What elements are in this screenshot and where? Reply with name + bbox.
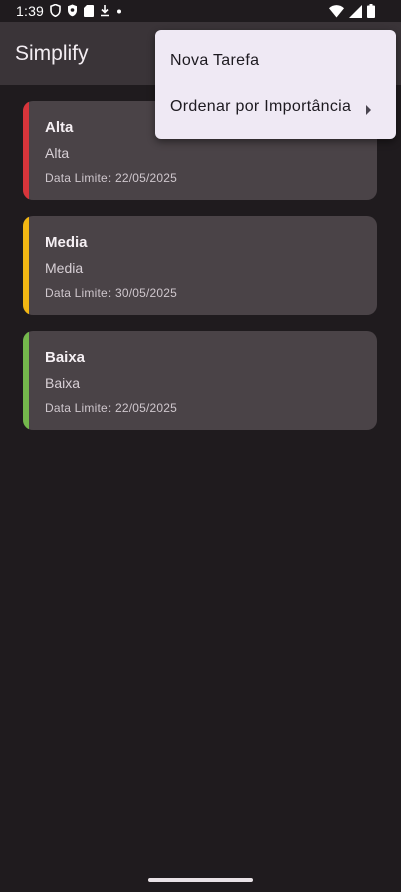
caret-right-icon — [366, 102, 372, 120]
status-icons-right — [329, 4, 375, 21]
priority-stripe — [23, 216, 29, 315]
status-icons-left — [50, 3, 122, 20]
task-card-media[interactable]: Media Media Data Limite: 30/05/2025 — [23, 216, 377, 315]
signal-icon — [349, 4, 362, 21]
menu-item-label: Nova Tarefa — [170, 52, 260, 69]
task-title: Alta — [45, 119, 74, 136]
sd-card-icon — [84, 4, 94, 20]
task-title: Baixa — [45, 349, 86, 366]
menu-item-label: Ordenar por Importância — [170, 98, 352, 115]
shield-icon — [50, 3, 61, 20]
shield-filled-icon — [67, 4, 78, 20]
menu-item-nova-tarefa[interactable]: Nova Tarefa — [155, 39, 396, 85]
download-icon — [100, 4, 110, 20]
menu-item-ordenar[interactable]: Ordenar por Importância — [155, 85, 396, 131]
wifi-icon — [329, 4, 344, 21]
task-deadline: Data Limite: 30/05/2025 — [45, 286, 178, 300]
task-description: Alta — [45, 145, 70, 161]
overflow-menu: Nova Tarefa Ordenar por Importância — [155, 30, 396, 139]
task-description: Media — [45, 260, 84, 276]
priority-stripe — [23, 101, 29, 200]
dot-icon — [116, 4, 122, 20]
status-time: 1:39 — [16, 3, 45, 19]
priority-stripe — [23, 331, 29, 430]
task-title: Media — [45, 234, 88, 251]
battery-icon — [367, 4, 375, 21]
task-deadline: Data Limite: 22/05/2025 — [45, 401, 178, 415]
task-deadline: Data Limite: 22/05/2025 — [45, 171, 178, 185]
status-bar: 1:39 — [0, 0, 401, 22]
task-card-baixa[interactable]: Baixa Baixa Data Limite: 22/05/2025 — [23, 331, 377, 430]
app-title: Simplify — [15, 42, 89, 65]
task-description: Baixa — [45, 375, 81, 391]
gesture-nav-handle[interactable] — [148, 878, 253, 882]
